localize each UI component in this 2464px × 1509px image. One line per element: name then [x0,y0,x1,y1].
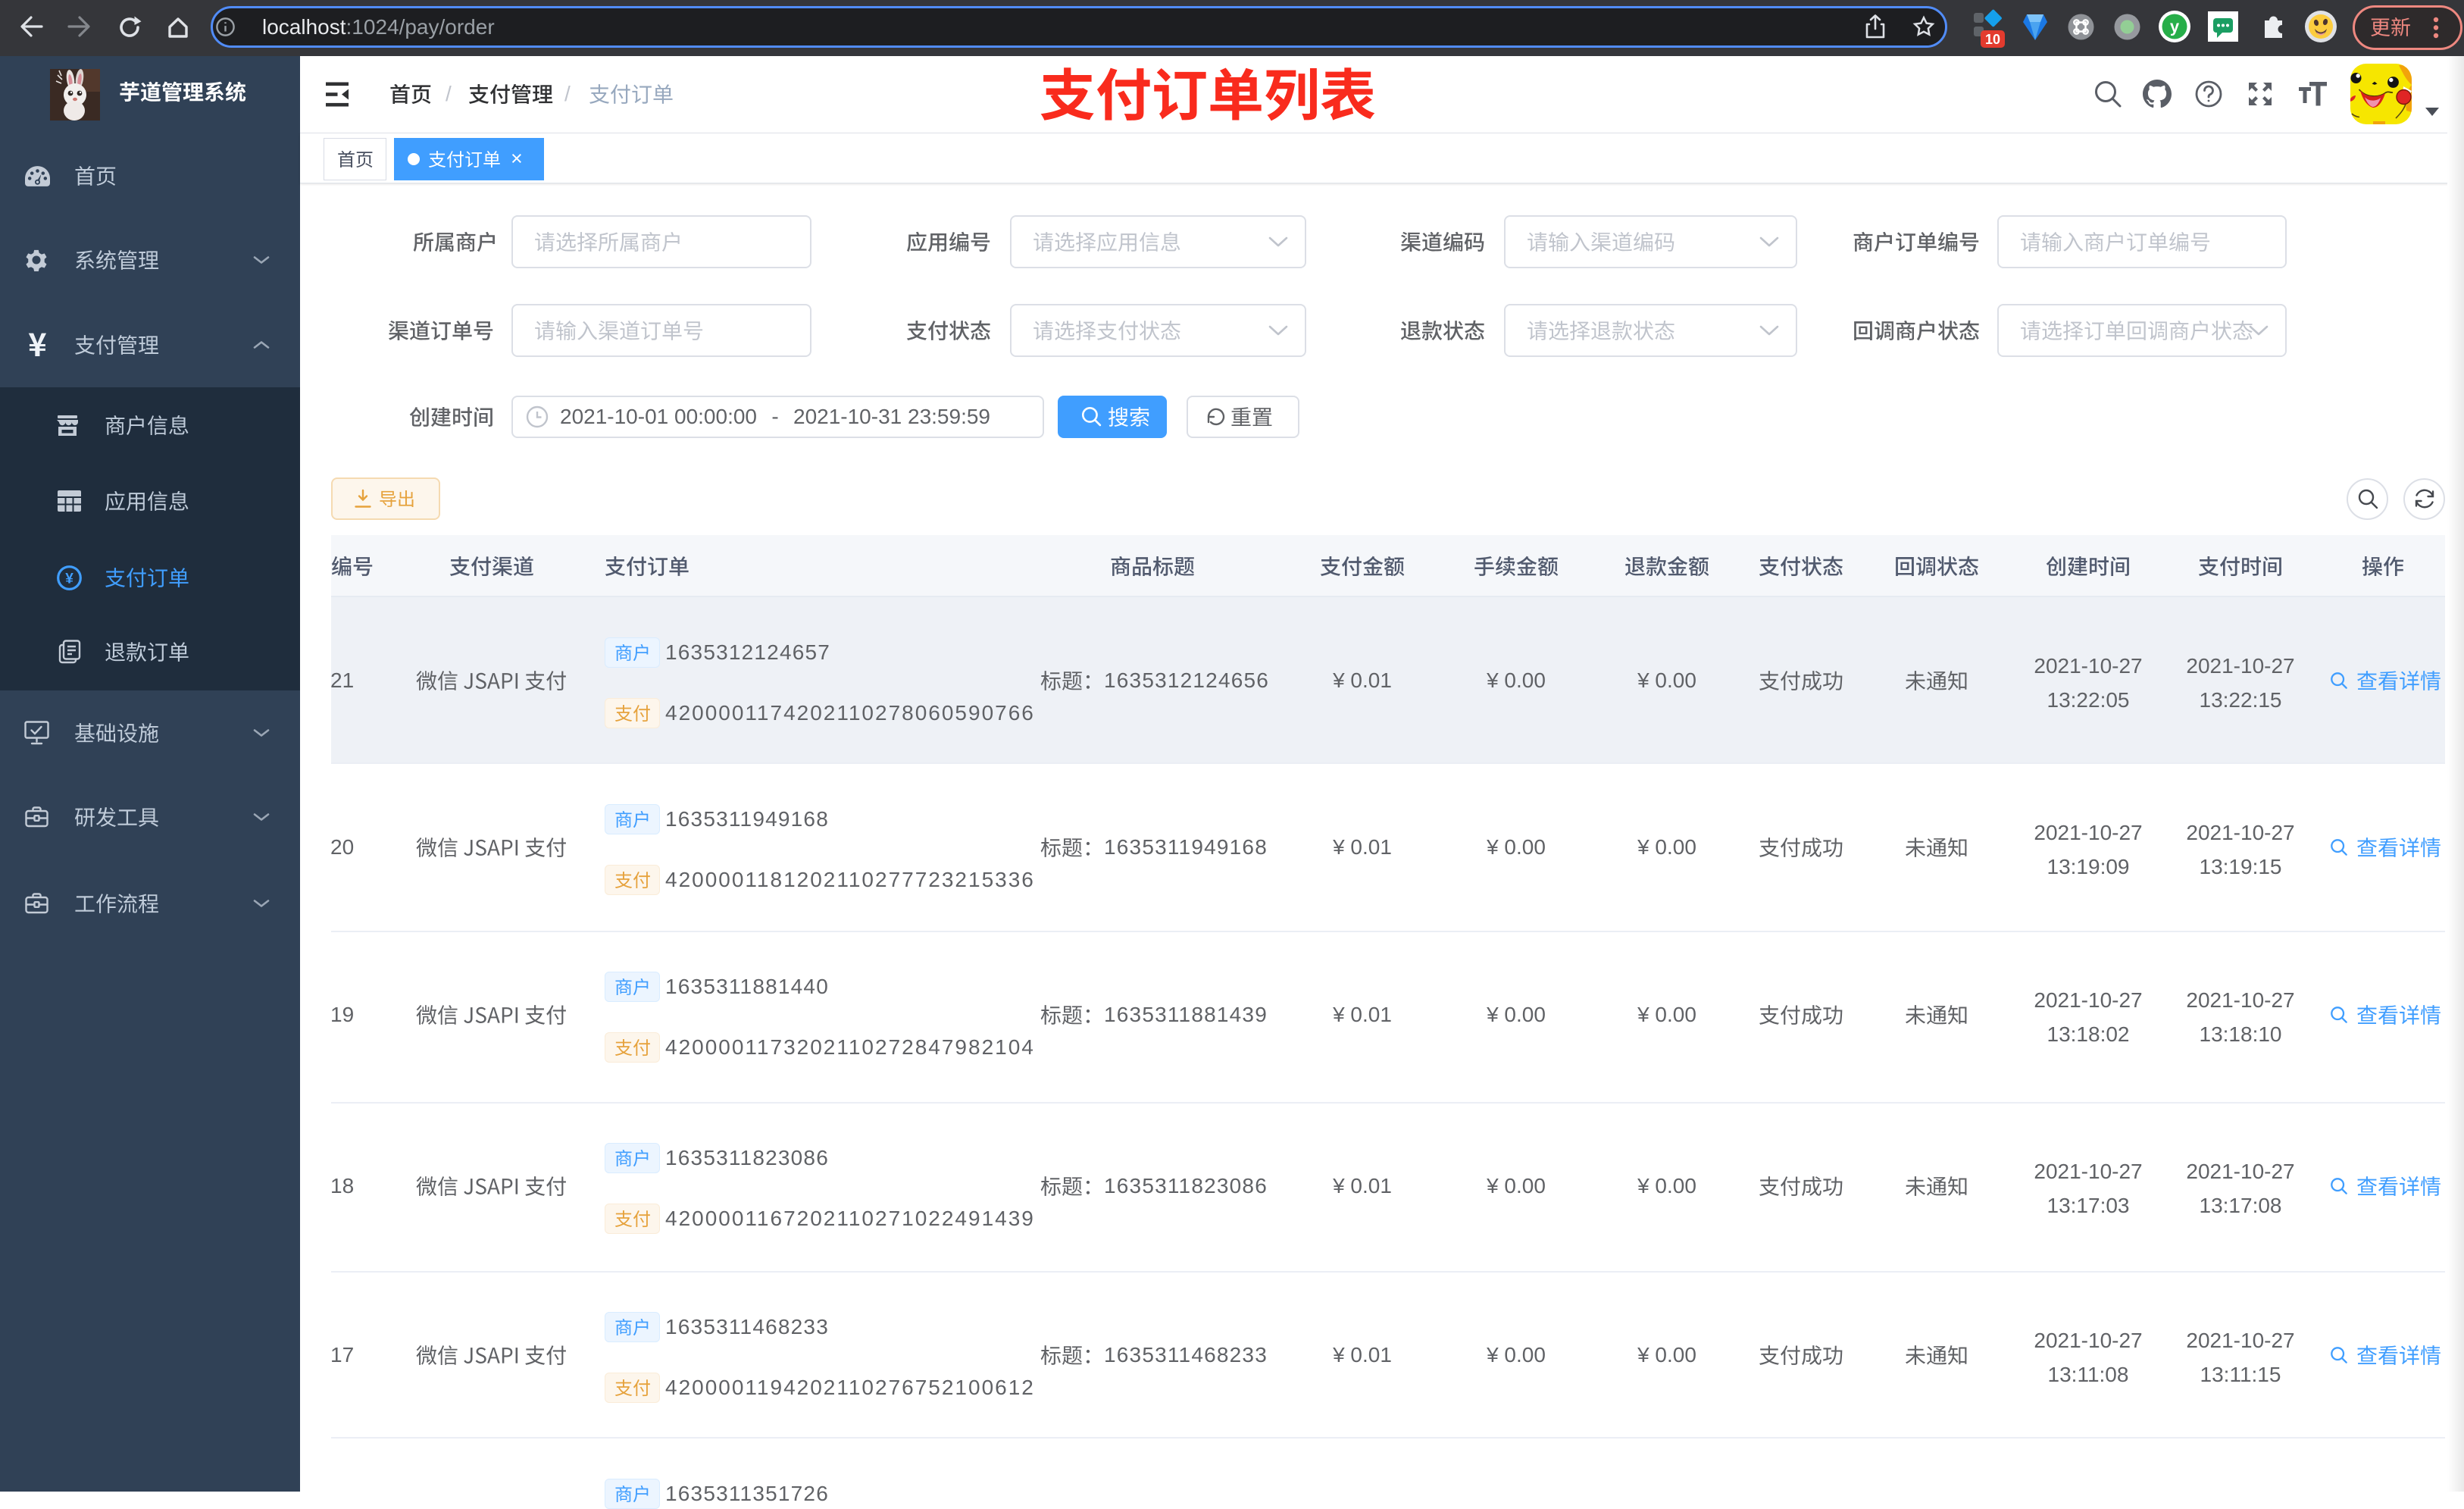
svg-text:y: y [2170,17,2180,36]
svg-text:¥: ¥ [65,571,73,587]
svg-text:10: 10 [1985,32,2000,47]
